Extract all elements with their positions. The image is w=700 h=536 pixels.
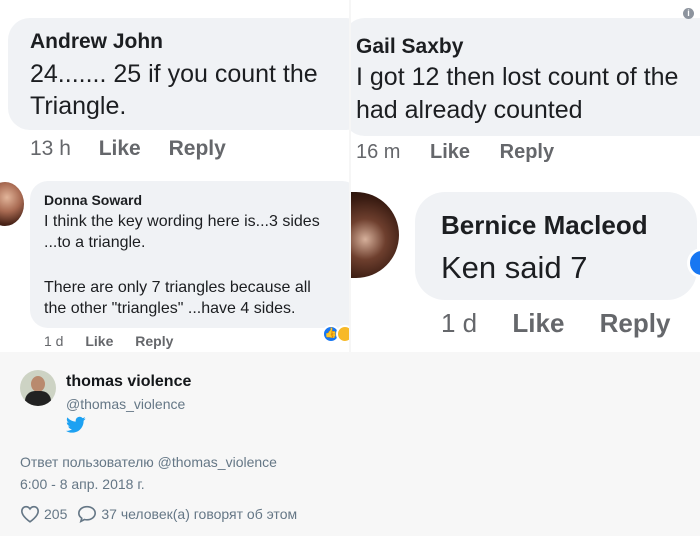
comment-actions: 1 d Like Reply [441,308,698,339]
comment-text-line: ...to a triangle. [44,234,146,251]
reply-button[interactable]: Reply [500,141,554,164]
comment-timestamp[interactable]: 1 d [44,333,63,349]
tweet-card: thomas violence @thomas_violence Ответ п… [0,352,700,536]
comment-text-line: 24....... 25 if you count the [30,60,318,88]
comment-text-line: Triangle. [30,92,127,120]
reply-button[interactable]: Reply [135,333,173,349]
comment-gail-saxby: i Gail Saxby I got 12 then lost count of… [351,0,700,176]
tweet-author-handle[interactable]: @thomas_violence [66,396,185,412]
haha-reaction-icon[interactable] [336,325,349,343]
like-button[interactable]: Like [99,137,141,161]
twitter-bird-icon[interactable] [66,416,86,434]
avatar-head [31,376,45,392]
commenter-name[interactable]: Bernice Macleod [441,210,648,241]
comment-icon[interactable] [77,505,97,523]
comment-donna-soward: Donna Soward I think the key wording her… [0,176,349,352]
comment-text-line: had already counted [356,96,583,124]
comment-timestamp[interactable]: 1 d [441,308,477,339]
comment-bernice-macleod: Bernice Macleod Ken said 7 1 d Like Repl… [351,176,700,352]
reply-button[interactable]: Reply [169,137,226,161]
tweet-reply-context[interactable]: Ответ пользователю @thomas_violence [20,454,277,470]
heart-icon[interactable] [20,505,40,523]
comment-timestamp[interactable]: 16 m [356,141,400,164]
comment-text-line: I think the key wording here is...3 side… [44,213,320,230]
tweet-avatar[interactable] [20,370,56,406]
avatar[interactable] [351,192,399,278]
comment-text-line: I got 12 then lost count of the [356,63,679,91]
comment-text-line: Ken said 7 [441,250,588,285]
tweet-timestamp[interactable]: 6:00 - 8 апр. 2018 г. [20,476,145,492]
tweet-stats: 205 37 человек(а) говорят об этом [20,504,297,524]
tweet-author-name[interactable]: thomas violence [66,373,191,391]
avatar[interactable] [0,182,24,226]
commenter-name[interactable]: Andrew John [30,30,163,54]
avatar-body [25,391,51,406]
comment-andrew-john: Andrew John 24....... 25 if you count th… [0,0,349,176]
like-button[interactable]: Like [85,333,113,349]
comment-text-line: the other "triangles" ...have 4 sides. [44,300,296,317]
comment-actions: 1 d Like Reply [44,333,191,349]
like-button[interactable]: Like [512,308,564,339]
commenter-name[interactable]: Gail Saxby [356,35,463,59]
info-icon[interactable]: i [683,8,694,19]
comment-actions: 13 h Like Reply [30,137,248,161]
comment-actions: 16 m Like Reply [356,141,578,164]
talking-about-count[interactable]: 37 человек(а) говорят об этом [101,506,297,522]
comment-timestamp[interactable]: 13 h [30,137,71,161]
commenter-name[interactable]: Donna Soward [44,192,142,208]
comment-text-line: There are only 7 triangles because all [44,279,311,296]
like-button[interactable]: Like [430,141,470,164]
like-count: 205 [44,506,68,522]
reply-button[interactable]: Reply [600,308,671,339]
